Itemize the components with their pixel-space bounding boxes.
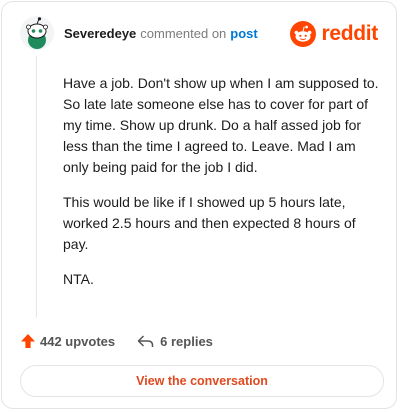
- upvote-button[interactable]: 442 upvotes: [20, 333, 115, 349]
- comment-paragraph: NTA.: [63, 271, 94, 287]
- view-conversation-button[interactable]: View the conversation: [20, 365, 384, 397]
- comment-body: Have a job. Don't show up when I am supp…: [63, 73, 381, 304]
- comment-paragraph: Have a job. Don't show up when I am supp…: [63, 75, 379, 175]
- username[interactable]: Severedeye: [64, 26, 136, 41]
- reddit-alien-icon: [290, 21, 317, 47]
- reddit-logo[interactable]: reddit: [290, 21, 378, 47]
- upvote-arrow-icon: [21, 334, 35, 348]
- comment-header: Severedeye commented on post reddit: [20, 16, 380, 52]
- comment-card: Severedeye commented on post reddit Have a…: [1, 1, 397, 409]
- comment-paragraph: This would be like if I showed up 5 hour…: [63, 194, 356, 252]
- author-line: Severedeye commented on post: [64, 26, 258, 42]
- upvote-count: 442 upvotes: [40, 333, 116, 349]
- reply-arrow-icon: [137, 334, 154, 347]
- reddit-wordmark: reddit: [321, 22, 378, 45]
- post-link[interactable]: post: [230, 26, 257, 41]
- comment-footer: 442 upvotes 6 replies: [20, 330, 380, 352]
- replies-button[interactable]: 6 replies: [137, 334, 213, 349]
- replies-count: 6 replies: [160, 333, 213, 349]
- snoo-avatar-icon[interactable]: [20, 16, 54, 50]
- thread-line: [36, 56, 37, 318]
- comment-action-text: commented on: [140, 26, 227, 41]
